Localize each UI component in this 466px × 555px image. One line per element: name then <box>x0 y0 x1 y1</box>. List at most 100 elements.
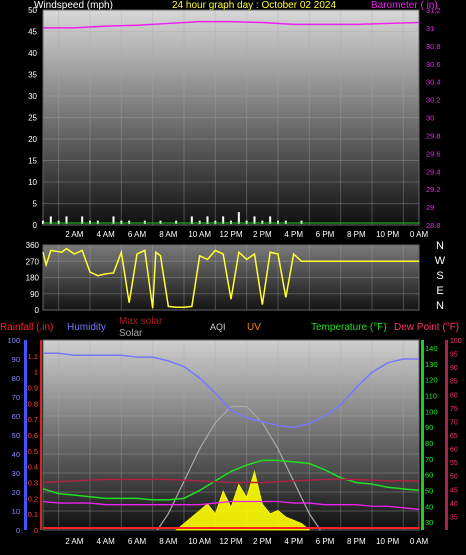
x-tick-label: 4 AM <box>97 537 116 546</box>
temp-y-tick: 50 <box>425 486 433 495</box>
dew-axis-bar <box>445 340 448 530</box>
baro-y-tick: 30.2 <box>426 96 441 105</box>
humidity-y-tick: 40 <box>12 450 20 459</box>
dir-y-tick: 90 <box>30 290 39 299</box>
compass-label: W <box>435 255 446 267</box>
compass-label: N <box>436 300 444 312</box>
dew-y-tick: 55 <box>450 460 458 467</box>
legend-max-solar: Max solar <box>119 316 163 327</box>
humidity-y-tick: 50 <box>12 431 20 440</box>
dir-y-tick: 270 <box>26 257 40 266</box>
wind-y-tick: 0 <box>33 221 38 230</box>
rain-y-tick: 0.3 <box>28 479 38 488</box>
rain-y-tick: 0.7 <box>28 415 38 424</box>
wind-y-tick: 15 <box>28 157 37 166</box>
temp-y-tick: 90 <box>425 423 433 432</box>
legend-uv: UV <box>247 322 261 333</box>
dew-y-tick: 65 <box>450 433 458 440</box>
legend-temperature: Temperature (°F) <box>311 322 387 333</box>
temp-y-tick: 130 <box>425 360 438 369</box>
legend-humidity: Humidity <box>67 322 106 333</box>
temp-y-tick: 60 <box>425 471 433 480</box>
baro-y-tick: 30 <box>426 114 434 123</box>
x-tick-label: 10 AM <box>188 230 211 239</box>
humidity-y-tick: 80 <box>12 374 20 383</box>
legend-solar: Solar <box>119 328 143 339</box>
temp-y-tick: 120 <box>425 376 438 385</box>
dew-y-tick: 45 <box>450 487 458 494</box>
dew-y-tick: 50 <box>450 474 458 481</box>
x-tick-label: 4 PM <box>284 230 303 239</box>
wind-y-tick: 45 <box>28 28 37 37</box>
humidity-y-tick: 70 <box>12 393 20 402</box>
humidity-y-tick: 0 <box>16 526 20 535</box>
humidity-y-tick: 30 <box>12 469 20 478</box>
windspeed-axis-label: Windspeed (mph) <box>34 0 113 11</box>
x-tick-label: 10 PM <box>376 537 399 546</box>
x-tick-label: 0 AM <box>410 537 429 546</box>
dew-y-tick: 85 <box>450 379 458 386</box>
x-tick-label: 6 AM <box>128 230 147 239</box>
x-tick-label: 6 PM <box>316 537 335 546</box>
x-tick-label: 2 AM <box>65 230 84 239</box>
rain-y-tick: 0.1 <box>28 510 38 519</box>
legend-dew-point: Dew Point (°F) <box>394 322 459 333</box>
wind-y-tick: 35 <box>28 71 37 80</box>
baro-y-tick: 29.8 <box>426 131 441 140</box>
dew-y-tick: 70 <box>450 419 458 426</box>
x-tick-label: 10 PM <box>376 230 399 239</box>
temp-y-tick: 80 <box>425 439 433 448</box>
x-tick-label: 6 PM <box>316 230 335 239</box>
dew-y-tick: 95 <box>450 352 458 359</box>
rain-y-tick: 0.9 <box>28 384 38 393</box>
weather-chart: Windspeed (mph) 24 hour graph day : Octo… <box>0 0 462 546</box>
x-tick-label: 2 PM <box>253 230 272 239</box>
dew-y-tick: 80 <box>450 392 458 399</box>
wind-y-tick: 30 <box>28 92 37 101</box>
dew-y-tick: 90 <box>450 365 458 372</box>
wind-y-tick: 5 <box>33 200 38 209</box>
baro-y-tick: 29.6 <box>426 149 441 158</box>
wind-y-tick: 10 <box>28 178 37 187</box>
x-tick-label: 0 AM <box>410 230 429 239</box>
temp-y-tick: 140 <box>425 344 438 353</box>
compass-label: S <box>436 270 443 282</box>
humidity-y-tick: 100 <box>7 336 20 345</box>
x-tick-label: 8 PM <box>347 230 366 239</box>
humidity-y-tick: 20 <box>12 488 20 497</box>
baro-y-tick: 30.8 <box>426 42 441 51</box>
dew-y-tick: 35 <box>450 514 458 521</box>
temp-y-tick: 110 <box>425 391 437 400</box>
x-tick-label: 8 PM <box>347 537 366 546</box>
rain-y-tick: 0.6 <box>28 431 38 440</box>
x-tick-label: 12 PM <box>219 230 242 239</box>
x-tick-label: 6 AM <box>128 537 147 546</box>
rain-y-tick: 1 <box>34 368 38 377</box>
temp-y-tick: 40 <box>425 502 433 511</box>
x-tick-label: 12 PM <box>219 537 242 546</box>
baro-y-tick: 30.4 <box>426 78 441 87</box>
wind-y-tick: 50 <box>28 6 37 15</box>
x-tick-label: 4 PM <box>284 537 303 546</box>
rain-y-tick: 0.2 <box>28 494 38 503</box>
wind-y-tick: 25 <box>28 114 37 123</box>
dew-y-tick: 75 <box>450 406 458 413</box>
legend-rain: Rainfall (.in) <box>0 322 53 333</box>
dew-y-tick: 40 <box>450 501 458 508</box>
temp-y-tick: 100 <box>425 407 438 416</box>
baro-y-tick: 31 <box>426 24 434 33</box>
rain-y-tick: 1.1 <box>28 352 38 361</box>
wind-y-tick: 20 <box>28 135 37 144</box>
dir-y-tick: 0 <box>35 306 40 315</box>
x-tick-label: 2 AM <box>65 537 84 546</box>
baro-y-tick: 29.4 <box>426 167 441 176</box>
rain-axis-bar <box>40 340 42 530</box>
temp-y-tick: 70 <box>425 455 433 464</box>
dir-y-tick: 180 <box>26 274 40 283</box>
baro-y-tick: 31.2 <box>426 6 441 15</box>
rain-y-tick: 0.4 <box>28 463 38 472</box>
wind-y-tick: 40 <box>28 49 37 58</box>
rain-y-tick: 0 <box>34 526 38 535</box>
x-tick-label: 4 AM <box>97 230 116 239</box>
baro-y-tick: 30.6 <box>426 60 441 69</box>
